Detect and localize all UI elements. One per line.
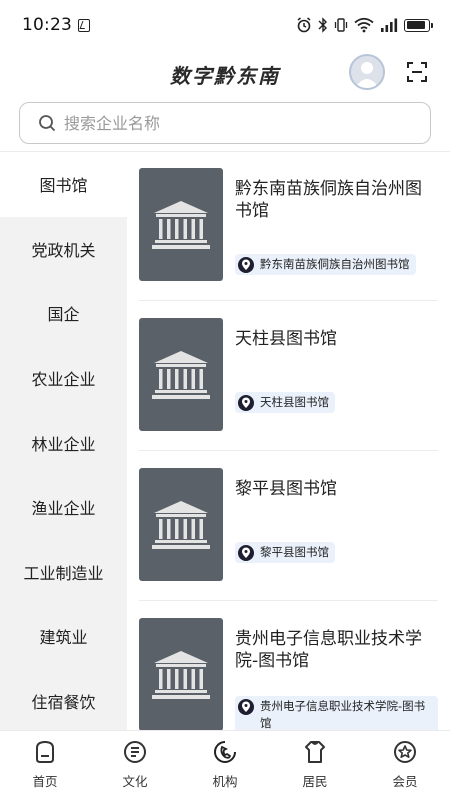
- battery-icon: [404, 18, 433, 32]
- sidebar-item-manufacturing[interactable]: 工业制造业: [0, 540, 127, 605]
- tab-home[interactable]: 首页: [0, 731, 90, 800]
- tab-label: 文化: [122, 774, 148, 789]
- location-pin-icon: [238, 395, 254, 411]
- institution-icon: [214, 741, 236, 763]
- list-item[interactable]: 黎平县图书馆 黎平县图书馆: [139, 452, 438, 602]
- search-bar[interactable]: [19, 102, 431, 144]
- tag-text: 贵州电子信息职业技术学院-图书馆: [260, 699, 426, 730]
- divider: [139, 600, 438, 601]
- tab-label: 首页: [32, 774, 58, 789]
- tag-text: 黎平县图书馆: [260, 545, 329, 559]
- bluetooth-icon: [318, 17, 327, 33]
- library-building-icon: [139, 168, 223, 281]
- divider: [139, 300, 438, 301]
- search-input[interactable]: [64, 113, 394, 133]
- search-icon: [39, 115, 56, 132]
- sidebar-item-hospitality[interactable]: 住宿餐饮: [0, 669, 127, 734]
- wifi-icon: [354, 17, 374, 33]
- sidebar-item-state-enterprise[interactable]: 国企: [0, 281, 127, 346]
- location-tag: 黎平县图书馆: [235, 542, 335, 563]
- tab-label: 机构: [212, 774, 238, 789]
- location-tag: 黔东南苗族侗族自治州图书馆: [235, 254, 416, 275]
- tab-label: 居民: [302, 774, 328, 789]
- location-pin-icon: [238, 545, 254, 561]
- sidebar-item-label: 林业企业: [31, 434, 96, 454]
- location-tag: 天柱县图书馆: [235, 392, 335, 413]
- culture-icon: [124, 741, 146, 763]
- sidebar-item-label: 建筑业: [39, 628, 88, 648]
- home-icon: [36, 740, 54, 763]
- sidebar-item-fishery[interactable]: 渔业企业: [0, 475, 127, 540]
- library-building-icon-svg: [152, 500, 210, 549]
- status-bar: 10:23: [0, 0, 450, 50]
- sidebar-item-label: 党政机关: [31, 240, 96, 260]
- bottom-tab-bar: 首页 文化 机构 居民 会员: [0, 730, 450, 800]
- member-icon: [394, 741, 416, 763]
- alarm-icon: [297, 17, 311, 33]
- user-avatar-icon: [355, 62, 379, 88]
- card-title: 黔东南苗族侗族自治州图书馆: [235, 179, 422, 221]
- tag-text: 天柱县图书馆: [260, 395, 329, 409]
- tab-member[interactable]: 会员: [360, 731, 450, 800]
- scan-icon[interactable]: [405, 60, 429, 84]
- avatar[interactable]: [349, 54, 385, 90]
- resident-icon: [305, 741, 325, 763]
- list-item[interactable]: 天柱县图书馆 天柱县图书馆: [139, 302, 438, 452]
- sidebar-item-label: 渔业企业: [31, 499, 96, 519]
- tag-text: 黔东南苗族侗族自治州图书馆: [260, 257, 410, 271]
- library-building-icon: [139, 468, 223, 581]
- institution-list: 黔东南苗族侗族自治州图书馆 黔东南苗族侗族自治州图书馆 天柱县图书馆 天柱县图书…: [127, 152, 450, 730]
- list-item[interactable]: 贵州电子信息职业技术学院-图书馆 贵州电子信息职业技术学院-图书馆: [139, 602, 438, 730]
- card-title: 黎平县图书馆: [235, 479, 337, 499]
- status-time: 10:23: [22, 15, 72, 35]
- header: 数字黔东南: [0, 50, 450, 98]
- library-building-icon: [139, 618, 223, 730]
- tab-label: 会员: [392, 774, 418, 789]
- sidebar-item-label: 农业企业: [31, 370, 96, 390]
- library-building-icon-svg: [152, 650, 210, 699]
- tab-institution[interactable]: 机构: [180, 731, 270, 800]
- library-building-icon-svg: [152, 350, 210, 399]
- list-item[interactable]: 黔东南苗族侗族自治州图书馆 黔东南苗族侗族自治州图书馆: [139, 152, 438, 302]
- category-sidebar: 图书馆 党政机关 国企 农业企业 林业企业 渔业企业 工业制造业 建筑业 住宿餐…: [0, 152, 127, 730]
- nfc-icon: [78, 18, 90, 32]
- sidebar-item-government[interactable]: 党政机关: [0, 217, 127, 282]
- location-tag: 贵州电子信息职业技术学院-图书馆: [235, 696, 438, 730]
- sidebar-item-label: 图书馆: [39, 176, 88, 196]
- sidebar-item-construction[interactable]: 建筑业: [0, 604, 127, 669]
- sidebar-item-agriculture[interactable]: 农业企业: [0, 346, 127, 411]
- card-title: 天柱县图书馆: [235, 329, 337, 349]
- location-pin-icon: [238, 699, 254, 715]
- signal-icon: [381, 18, 398, 32]
- location-pin-icon: [238, 257, 254, 273]
- library-building-icon: [139, 318, 223, 431]
- tab-culture[interactable]: 文化: [90, 731, 180, 800]
- sidebar-item-label: 住宿餐饮: [31, 693, 96, 713]
- sidebar-item-label: 国企: [47, 305, 80, 325]
- tab-resident[interactable]: 居民: [270, 731, 360, 800]
- card-title: 贵州电子信息职业技术学院-图书馆: [235, 629, 422, 671]
- sidebar-item-library[interactable]: 图书馆: [0, 152, 127, 217]
- sidebar-item-label: 工业制造业: [23, 563, 104, 583]
- library-building-icon-svg: [152, 200, 210, 249]
- sidebar-item-forestry[interactable]: 林业企业: [0, 410, 127, 475]
- divider: [139, 450, 438, 451]
- vibrate-icon: [334, 18, 348, 32]
